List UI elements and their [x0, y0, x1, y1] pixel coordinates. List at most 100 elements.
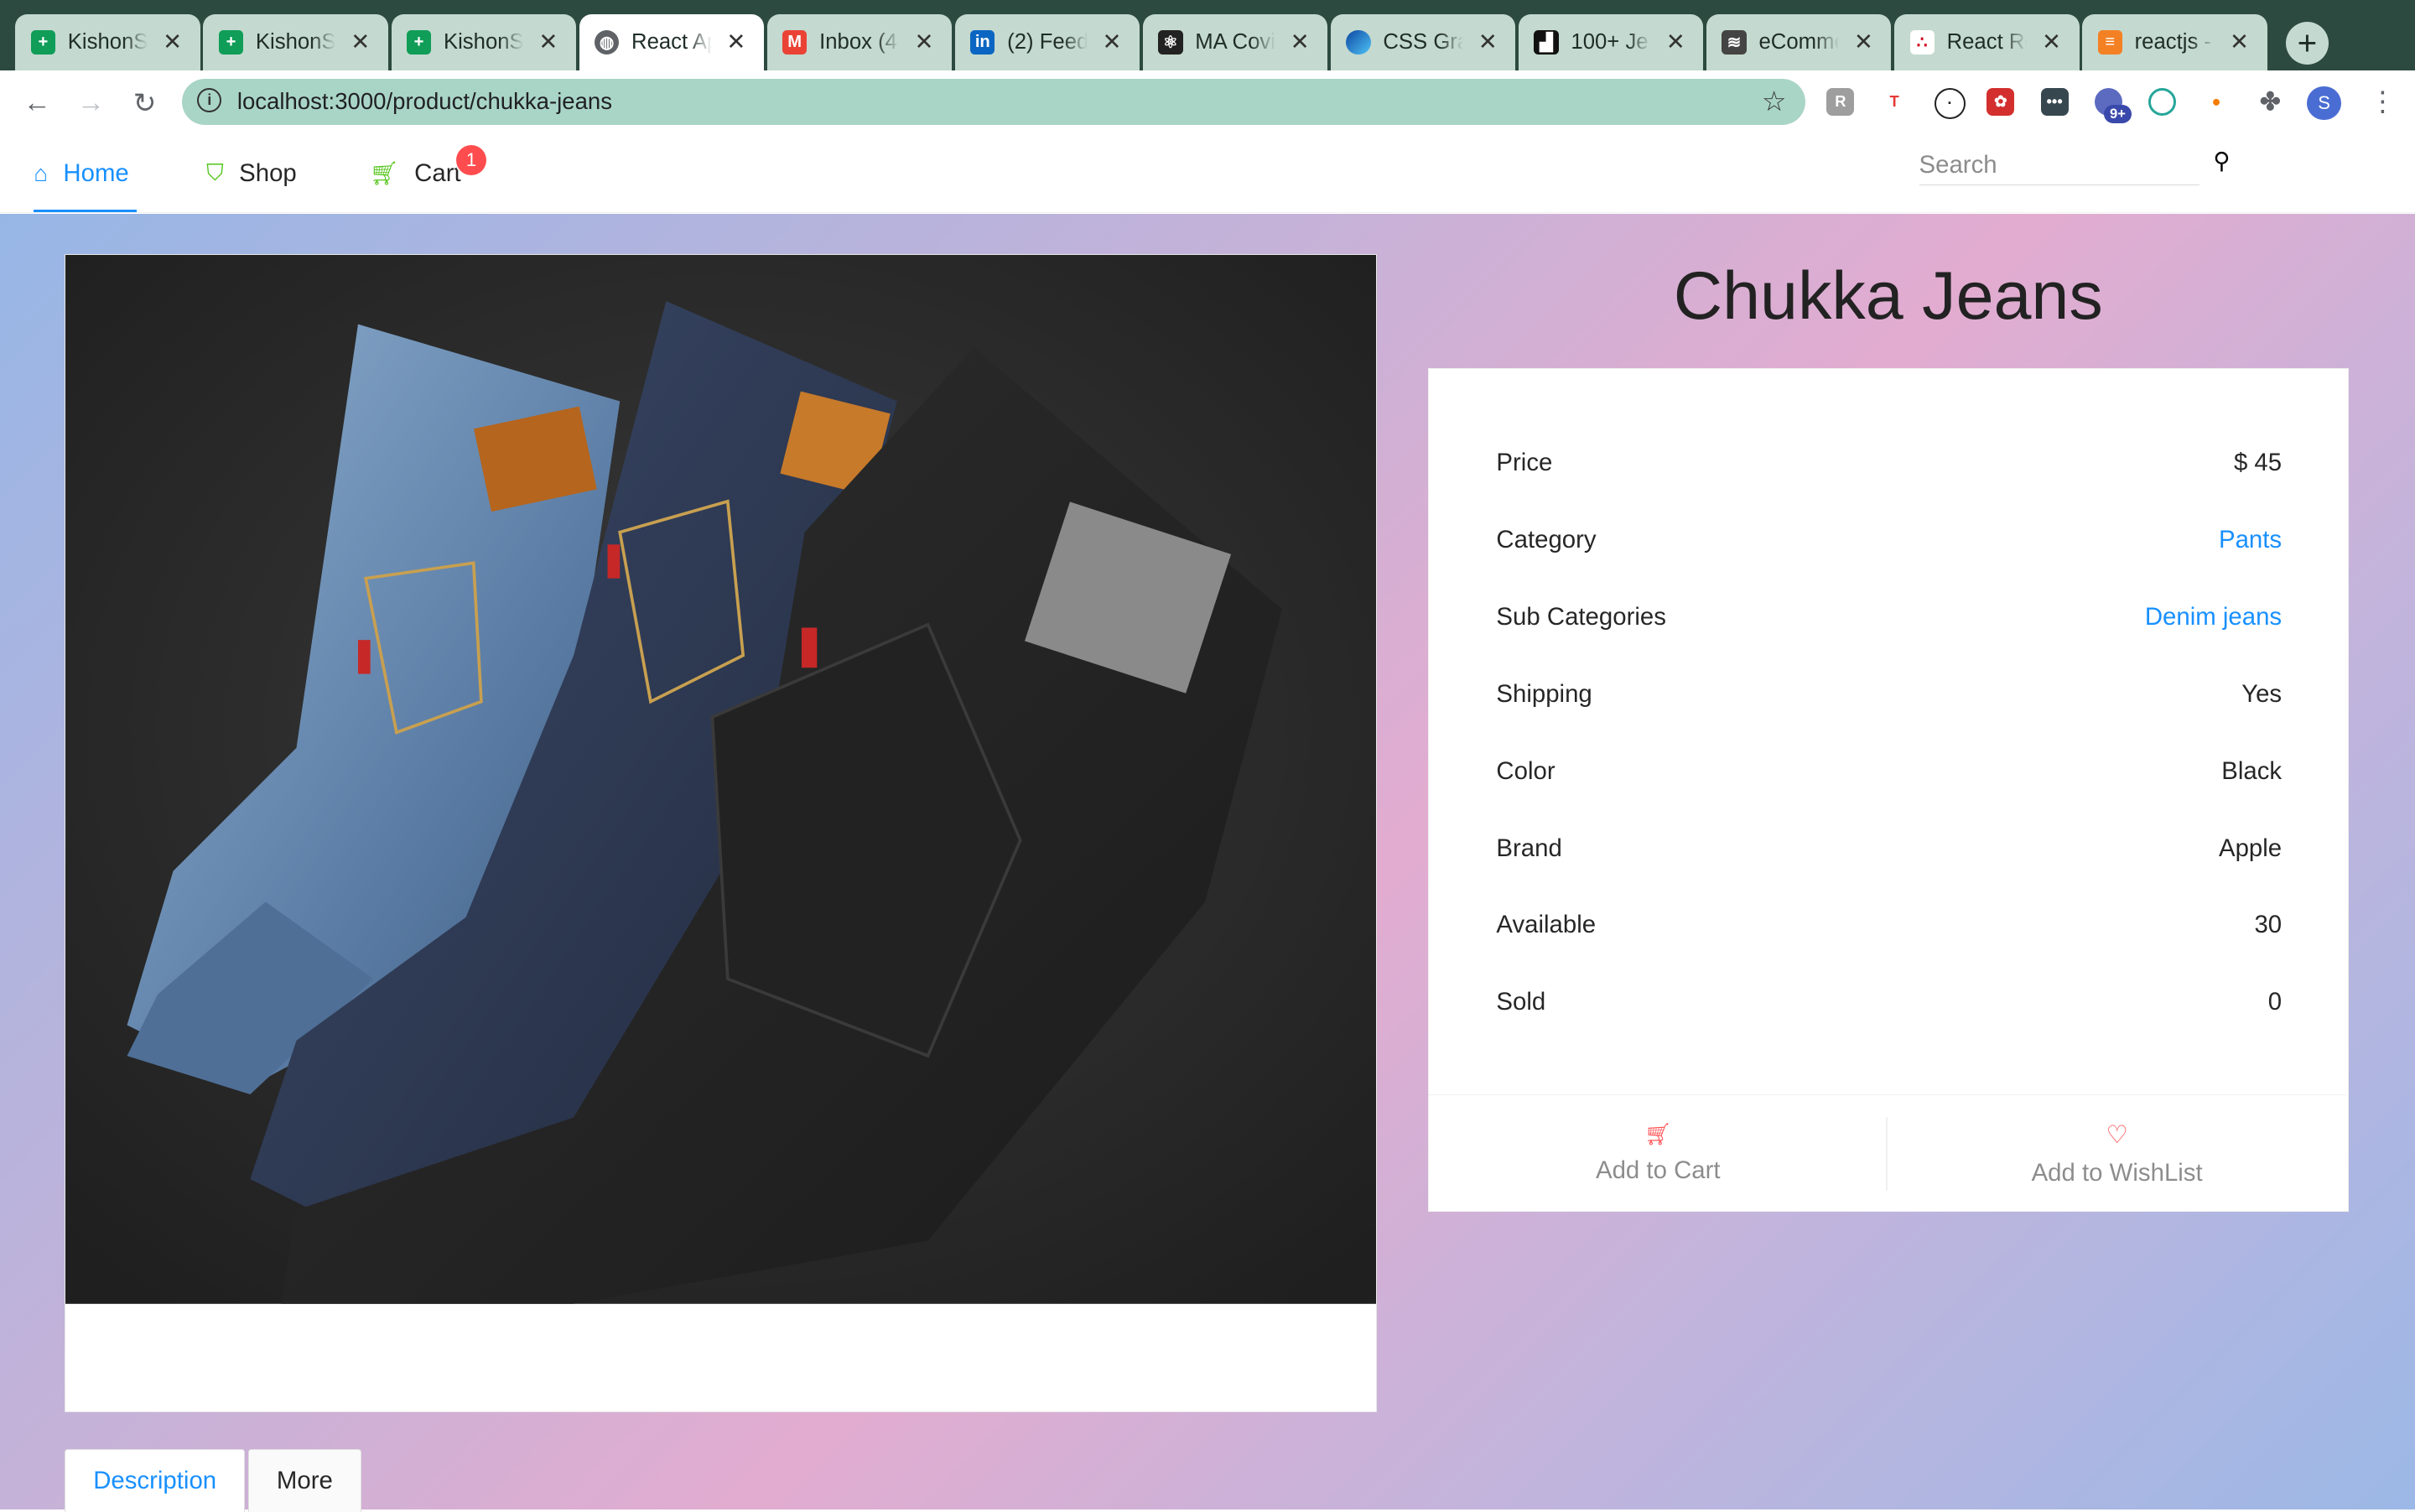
close-icon[interactable]: ✕ [160, 29, 184, 55]
detail-row: Shipping Yes [1496, 680, 2282, 711]
gmail-icon: M [782, 29, 808, 55]
browser-tab[interactable]: ⚛ MA Covid ✕ [1142, 13, 1328, 71]
browser-toolbar: ← → ↻ i localhost:3000/product/chukka-je… [0, 70, 2415, 134]
close-icon[interactable]: ✕ [724, 29, 748, 55]
browser-tab[interactable]: ▟ 100+ Je ✕ [1518, 13, 1704, 71]
add-to-cart-label: Add to Cart [1595, 1156, 1721, 1185]
stackoverflow-icon: ≡ [2097, 29, 2122, 55]
sheets-icon: + [218, 29, 244, 55]
reload-icon[interactable]: ↻ [127, 85, 164, 122]
close-icon[interactable]: ✕ [348, 29, 372, 55]
detail-row: Sold 0 [1496, 988, 2282, 1019]
sheets-icon: + [406, 29, 432, 55]
detail-value: 0 [2267, 988, 2283, 1016]
close-icon[interactable]: ✕ [1287, 29, 1311, 55]
close-icon[interactable]: ✕ [1099, 29, 1124, 55]
browser-tab[interactable]: CSS Grad ✕ [1330, 13, 1516, 71]
browser-tab-title: React App [631, 29, 712, 54]
browser-tab-title: CSS Grad [1383, 29, 1463, 54]
close-icon[interactable]: ✕ [2039, 29, 2064, 55]
site-info-icon[interactable]: i [197, 87, 222, 113]
browser-tab[interactable]: ≋ eCommerce ✕ [1706, 13, 1892, 71]
search-icon[interactable]: ⚲ [2213, 148, 2230, 174]
card-actions: 🛒︎ Add to Cart ♡ Add to WishList [1428, 1094, 2347, 1213]
tab-more[interactable]: More [247, 1449, 361, 1512]
add-to-cart-button[interactable]: 🛒︎ Add to Cart [1429, 1095, 1888, 1213]
extension-badge: 9+ [2103, 104, 2132, 123]
react-icon: ⚛ [1158, 29, 1183, 55]
detail-row: Available 30 [1496, 911, 2282, 942]
detail-value: $ 45 [2233, 449, 2283, 477]
close-icon[interactable]: ✕ [1664, 29, 1688, 55]
browser-tab-title: KishonShrill [255, 29, 336, 54]
product-image[interactable] [65, 255, 1377, 1304]
browser-tab-title: (2) Feed [1007, 29, 1088, 54]
puzzle-icon[interactable]: ✤ [2257, 88, 2284, 116]
browser-tab[interactable]: + KishonShrill ✕ [203, 13, 388, 71]
browser-tab-title: eCommerce [1758, 29, 1839, 54]
new-tab-button[interactable]: + [2285, 21, 2329, 65]
product-title: Chukka Jeans [1673, 257, 2103, 334]
sheets-icon: + [30, 29, 56, 55]
more-menu-icon[interactable]: ⋮ [2369, 85, 2397, 118]
linkedin-icon: in [970, 29, 995, 55]
product-tabs: Description More [65, 1449, 361, 1512]
nav-home[interactable]: ⌂ Home [34, 134, 138, 213]
search-input[interactable] [1919, 144, 2199, 186]
detail-label: Sold [1496, 988, 1546, 1016]
squarespace-icon: ≋ [1722, 29, 1747, 55]
product-info-card: Price $ 45 Category Pants Sub Categories… [1427, 367, 2349, 1213]
subcategory-link[interactable]: Denim jeans [2145, 603, 2282, 634]
detail-value: Yes [2241, 679, 2283, 708]
back-icon[interactable]: ← [18, 85, 55, 122]
detail-label: Price [1496, 449, 1553, 477]
extension-icon[interactable]: · [1934, 87, 1966, 119]
browser-tab[interactable]: + KishonShrill ✕ [15, 13, 200, 71]
browser-tab[interactable]: M Inbox (4 ✕ [766, 13, 953, 71]
add-to-wishlist-button[interactable]: ♡ Add to WishList [1888, 1095, 2346, 1213]
bookmark-star-icon[interactable]: ☆ [1762, 85, 1787, 118]
detail-label: Shipping [1496, 679, 1592, 708]
avatar[interactable]: S [2307, 86, 2341, 121]
unsplash-icon: ▟ [1534, 29, 1559, 55]
browser-tab-active[interactable]: ◍ React App ✕ [579, 13, 764, 71]
detail-label: Color [1496, 756, 1555, 785]
product-image-card [65, 254, 1377, 1413]
detail-label: Category [1496, 526, 1597, 554]
address-bar[interactable]: i localhost:3000/product/chukka-jeans ☆ [181, 78, 1805, 125]
extension-icon[interactable] [2148, 87, 2177, 116]
extension-icon[interactable]: ••• [2040, 87, 2069, 116]
forward-icon[interactable]: → [72, 85, 109, 122]
extension-icon[interactable]: T [1880, 87, 1909, 116]
detail-label: Brand [1496, 834, 1562, 862]
nav-shop-label: Shop [239, 158, 297, 187]
extension-icon[interactable]: R [1826, 87, 1855, 116]
close-icon[interactable]: ✕ [911, 29, 936, 55]
product-page: Chukka Jeans Price $ 45 Category Pants S… [0, 214, 2415, 1512]
nav-cart[interactable]: 🛒︎ Cart [370, 134, 461, 213]
browser-tab[interactable]: + KishonShrill ✕ [391, 13, 576, 71]
detail-label: Sub Categories [1496, 603, 1666, 631]
browser-tab[interactable]: ∴ React Re ✕ [1894, 13, 2080, 71]
nav-shop[interactable]: ⛉ Shop [206, 134, 297, 213]
browser-tab-title: reactjs - [2134, 29, 2212, 54]
detail-value: Apple [2218, 834, 2283, 862]
extension-icon[interactable]: ✿ [1987, 87, 2015, 116]
detail-row: Category Pants [1496, 526, 2282, 557]
detail-label: Available [1496, 911, 1597, 939]
extension-icon[interactable]: ● [2202, 87, 2231, 116]
gradient-icon [1346, 29, 1371, 55]
react-router-icon: ∴ [1909, 29, 1935, 55]
category-link[interactable]: Pants [2219, 526, 2282, 557]
browser-tab[interactable]: in (2) Feed ✕ [954, 13, 1140, 71]
tab-description[interactable]: Description [65, 1449, 246, 1512]
close-icon[interactable]: ✕ [536, 29, 560, 55]
browser-tab-title: React Re [1946, 29, 2028, 54]
browser-tab[interactable]: ≡ reactjs - ✕ [2082, 13, 2267, 71]
close-icon[interactable]: ✕ [1852, 29, 1876, 55]
close-icon[interactable]: ✕ [1476, 29, 1500, 55]
detail-value: Black [2221, 756, 2283, 785]
url-text[interactable]: localhost:3000/product/chukka-jeans [237, 88, 612, 115]
close-icon[interactable]: ✕ [2227, 29, 2251, 55]
browser-tab-title: KishonShrill [443, 29, 524, 54]
